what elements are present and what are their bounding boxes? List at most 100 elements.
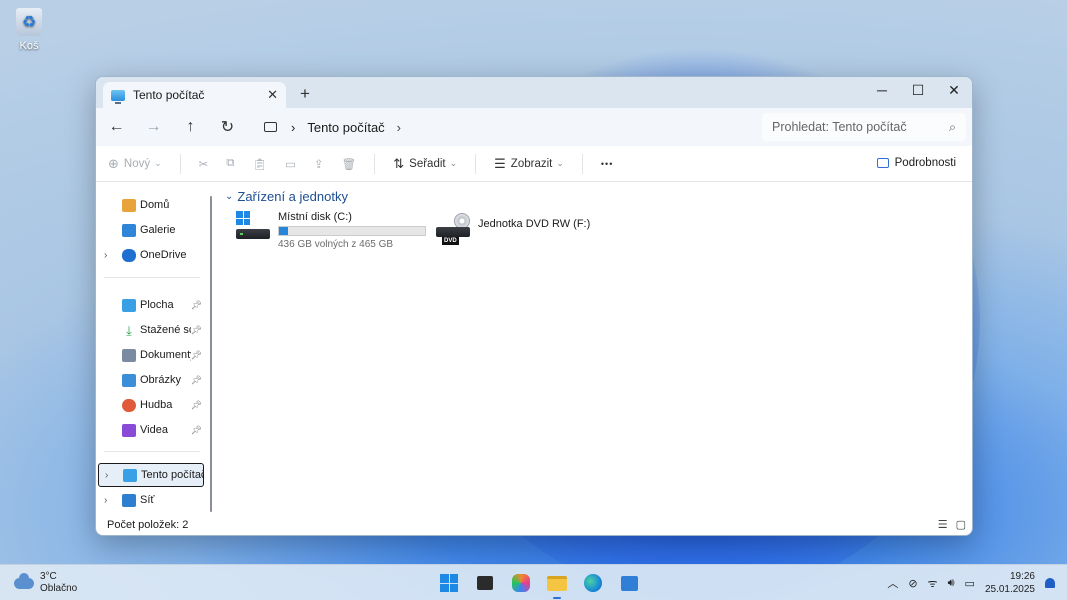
chevron-down-icon: ⌄ [154, 158, 162, 168]
delete-icon[interactable]: 🗑︎ [342, 157, 357, 171]
chevron-right-icon[interactable]: › [105, 470, 117, 481]
sidebar-item-label: Hudba [140, 399, 173, 411]
refresh-icon[interactable]: ↻ [209, 117, 246, 137]
close-window-button[interactable]: ✕ [936, 77, 972, 103]
sort-button[interactable]: ⇅ Seřadit ⌄ [393, 156, 457, 172]
share-icon[interactable]: ⇪ [314, 157, 324, 171]
sidebar-item-label: Galerie [140, 224, 176, 236]
sidebar-scrollbar[interactable] [210, 196, 212, 512]
cut-icon[interactable]: ✂ [199, 157, 209, 171]
file-explorer-taskbar-button[interactable] [544, 570, 570, 599]
window-controls: ─ ☐ ✕ [864, 77, 972, 108]
breadcrumb-sep: › [291, 119, 296, 135]
dvd-tag: DVD [442, 237, 459, 245]
picture-icon [122, 373, 136, 387]
sidebar-item-label: Videa [140, 424, 168, 436]
chevron-down-icon: ⌄ [449, 158, 458, 168]
sort-label: Seřadit [409, 157, 446, 170]
recycle-icon: ♻ [16, 8, 42, 36]
chevron-up-icon[interactable]: ︿ [887, 575, 898, 591]
group-title: Zařízení a jednotky [237, 189, 348, 204]
details-pane-icon [876, 158, 889, 168]
clock[interactable]: 19:26 25.01.2025 [985, 570, 1035, 596]
tiles-view-icon[interactable]: ▢ [956, 518, 966, 531]
search-placeholder: Prohledat: Tento počítač [772, 120, 907, 134]
pin-icon[interactable]: 📌︎ [191, 375, 202, 386]
dvd-drive-icon: DVD [436, 213, 470, 247]
new-button[interactable]: ⊕ Nový ⌄ [108, 156, 162, 172]
details-view-icon[interactable]: ☰ [938, 518, 948, 531]
up-arrow-icon[interactable]: ↑ [172, 118, 209, 136]
folder-icon [547, 575, 567, 591]
wifi-icon[interactable]: ᯤ [928, 576, 938, 591]
sidebar-item-videos[interactable]: Videa 📌︎ [96, 418, 204, 442]
new-tab-button[interactable]: + [300, 84, 310, 104]
taskbar-apps [436, 570, 642, 599]
tab-this-pc[interactable]: Tento počítač ✕ [103, 82, 286, 108]
task-view-button[interactable] [472, 570, 498, 596]
sidebar-item-gallery[interactable]: Galerie [96, 218, 204, 242]
minimize-button[interactable]: ─ [864, 77, 900, 103]
sidebar-item-music[interactable]: Hudba 📌︎ [96, 393, 204, 417]
volume-icon[interactable]: 🔊︎ [948, 577, 955, 590]
copy-icon[interactable]: ⧉ [226, 157, 234, 170]
rename-icon[interactable]: ▭ [285, 157, 296, 171]
pin-icon[interactable]: 📌︎ [191, 350, 202, 361]
search-box[interactable]: Prohledat: Tento počítač ⌕ [762, 113, 966, 141]
cloud-icon [122, 248, 136, 262]
sort-icon: ⇅ [393, 155, 405, 171]
drive-name: Místní disk (C:) [278, 211, 352, 223]
pin-icon[interactable]: 📌︎ [191, 400, 202, 411]
cloud-icon [14, 572, 34, 589]
address-bar[interactable]: › Tento počítač › [256, 113, 752, 141]
edge-button[interactable] [580, 570, 606, 596]
pin-icon[interactable]: 📌︎ [191, 325, 202, 336]
breadcrumb-this-pc[interactable]: Tento počítač [307, 120, 384, 135]
sidebar-item-this-pc[interactable]: › Tento počítač [98, 463, 204, 487]
paste-icon[interactable]: 📋︎ [253, 157, 268, 171]
sidebar-item-home[interactable]: Domů [96, 193, 204, 217]
sidebar-item-documents[interactable]: Dokumenty 📌︎ [96, 343, 204, 367]
battery-icon[interactable]: ▭ [965, 577, 975, 590]
taskbar: 3°C Oblačno ︿ ⊘ ᯤ 🔊︎ ▭ 19:26 25.01.2025 [0, 564, 1067, 600]
forward-arrow-icon[interactable]: → [135, 118, 172, 136]
store-button[interactable] [616, 570, 642, 596]
sidebar-item-onedrive[interactable]: › OneDrive [96, 243, 204, 267]
chevron-down-icon: ⌄ [556, 158, 564, 168]
notification-bell-icon[interactable] [1045, 578, 1055, 588]
search-icon: ⌕ [948, 119, 956, 134]
drive-usage-bar [278, 226, 426, 236]
more-options-icon[interactable]: ••• [601, 159, 613, 169]
chevron-right-icon[interactable]: › [104, 495, 116, 506]
sidebar-divider [104, 277, 200, 278]
video-icon [122, 423, 136, 437]
drive-c[interactable]: Místní disk (C:) 436 GB volných z 465 GB [236, 211, 426, 250]
weather-widget[interactable]: 3°C Oblačno [14, 571, 77, 595]
recycle-bin-label: Koš [19, 40, 39, 52]
toolbar-divider [581, 153, 583, 174]
sidebar-item-pictures[interactable]: Obrázky 📌︎ [96, 368, 204, 392]
start-button[interactable] [436, 570, 462, 596]
document-icon [122, 348, 136, 362]
tab-close-icon[interactable]: ✕ [267, 87, 278, 103]
network-icon [122, 493, 136, 507]
sidebar-item-network[interactable]: › Síť [96, 488, 204, 512]
drive-f[interactable]: DVD Jednotka DVD RW (F:) [436, 213, 590, 247]
details-pane-button[interactable]: Podrobnosti [876, 157, 956, 169]
vpn-icon[interactable]: ⊘ [908, 577, 917, 590]
chevron-right-icon[interactable]: › [104, 250, 116, 261]
pin-icon[interactable]: 📌︎ [191, 300, 202, 311]
back-arrow-icon[interactable]: ← [98, 118, 135, 136]
maximize-button[interactable]: ☐ [900, 77, 936, 103]
view-button[interactable]: ☰ Zobrazit ⌄ [494, 156, 564, 172]
sidebar-item-downloads[interactable]: ⤓ Stažené soubory 📌︎ [96, 318, 204, 342]
pin-icon[interactable]: 📌︎ [191, 425, 202, 436]
sidebar-item-desktop[interactable]: Plocha 📌︎ [96, 293, 204, 317]
gallery-icon [122, 223, 136, 237]
navigation-pane: Domů Galerie › OneDrive Plocha 📌︎ ⤓ Staž… [96, 183, 214, 515]
copilot-button[interactable] [508, 570, 534, 596]
group-header[interactable]: ⌄ Zařízení a jednotky [225, 189, 348, 204]
sidebar-item-label: Obrázky [140, 374, 181, 386]
recycle-bin-desktop-icon[interactable]: ♻ Koš [12, 8, 46, 52]
breadcrumb-chevron-icon[interactable]: › [397, 120, 401, 135]
